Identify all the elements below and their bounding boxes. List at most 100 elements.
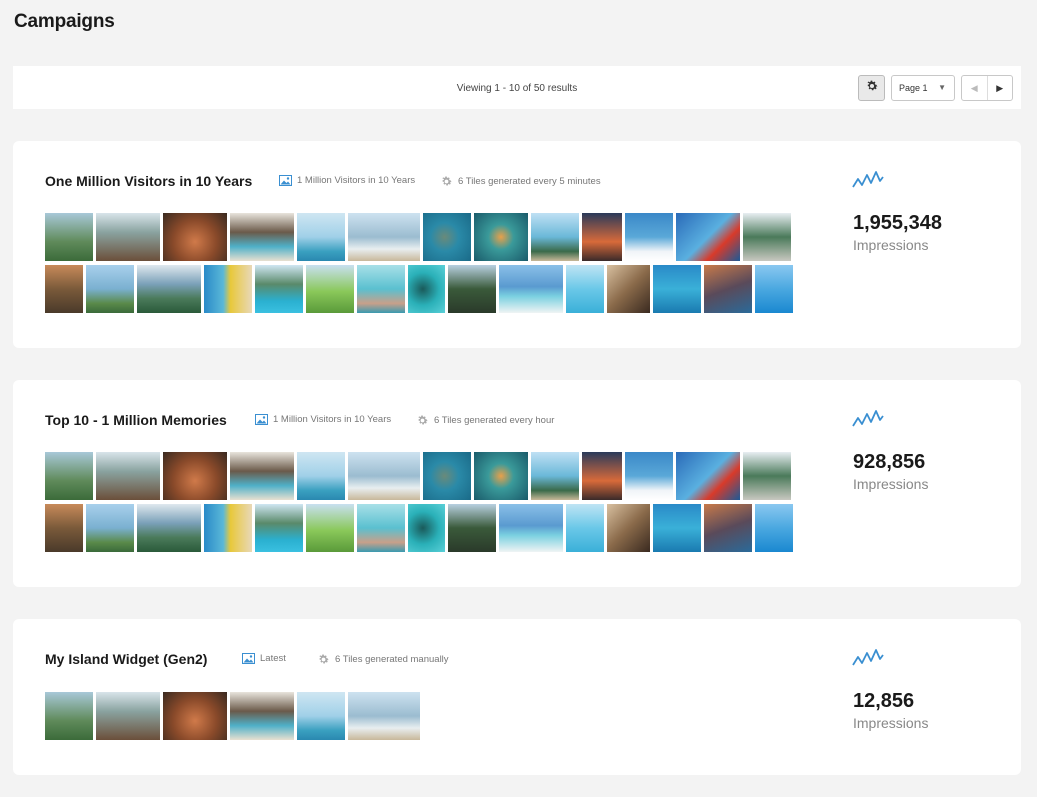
photo-tile[interactable]	[531, 452, 579, 500]
photo-tile[interactable]	[582, 452, 622, 500]
photo-tile[interactable]	[163, 213, 227, 261]
photo-tile[interactable]	[96, 452, 160, 500]
campaign-card[interactable]: My Island Widget (Gen2) Latest 6 Tiles g…	[13, 619, 1021, 775]
photo-tile[interactable]	[204, 504, 252, 552]
campaign-title[interactable]: My Island Widget (Gen2)	[45, 651, 207, 667]
photo-tile[interactable]	[653, 504, 701, 552]
photo-tile[interactable]	[607, 504, 650, 552]
photo-tile[interactable]	[255, 265, 303, 313]
photo-tile[interactable]	[566, 504, 604, 552]
photo-tile[interactable]	[45, 504, 83, 552]
photo-tile[interactable]	[653, 265, 701, 313]
settings-button[interactable]	[858, 75, 885, 101]
campaign-title[interactable]: Top 10 - 1 Million Memories	[45, 412, 227, 428]
photo-tile[interactable]	[423, 452, 471, 500]
photo-tile[interactable]	[755, 504, 793, 552]
photo-tile[interactable]	[566, 265, 604, 313]
photo-tile[interactable]	[499, 265, 563, 313]
photo-tile[interactable]	[704, 504, 752, 552]
photo-tile[interactable]	[348, 452, 420, 500]
photo-tile[interactable]	[297, 452, 345, 500]
campaign-schedule-label: 6 Tiles generated manually	[335, 654, 449, 665]
photo-tile[interactable]	[448, 265, 496, 313]
photo-tile[interactable]	[755, 265, 793, 313]
photo-tile[interactable]	[137, 504, 201, 552]
photo-tile[interactable]	[582, 213, 622, 261]
photo-tile[interactable]	[607, 265, 650, 313]
photo-tile[interactable]	[743, 452, 791, 500]
photo-tile[interactable]	[676, 452, 740, 500]
photo-tile[interactable]	[230, 213, 294, 261]
photo-tile[interactable]	[230, 452, 294, 500]
photo-tile[interactable]	[45, 265, 83, 313]
photo-tile[interactable]	[499, 504, 563, 552]
campaign-source: 1 Million Visitors in 10 Years	[279, 175, 415, 186]
image-icon	[255, 414, 268, 425]
photo-tile[interactable]	[96, 692, 160, 740]
photo-tile[interactable]	[357, 504, 405, 552]
photo-tile[interactable]	[357, 265, 405, 313]
photo-tile[interactable]	[348, 692, 420, 740]
photo-tile[interactable]	[743, 213, 791, 261]
photo-tile[interactable]	[204, 265, 252, 313]
image-icon	[242, 653, 255, 664]
photo-tile[interactable]	[448, 504, 496, 552]
photo-tile[interactable]	[45, 452, 93, 500]
impressions-label: Impressions	[853, 476, 929, 492]
impressions-value: 12,856	[853, 690, 915, 712]
photo-tile[interactable]	[306, 504, 354, 552]
photo-tile[interactable]	[163, 692, 227, 740]
triangle-right-icon: ▶	[996, 82, 1004, 93]
photo-tile[interactable]	[163, 452, 227, 500]
photo-tile[interactable]	[348, 213, 420, 261]
campaign-schedule: 6 Tiles generated manually	[317, 653, 449, 666]
campaign-schedule-label: 6 Tiles generated every 5 minutes	[458, 176, 601, 187]
trend-line-icon	[852, 171, 884, 188]
photo-tile[interactable]	[676, 213, 740, 261]
photo-tile[interactable]	[423, 213, 471, 261]
photo-tile[interactable]	[625, 213, 673, 261]
impressions-value: 1,955,348	[853, 212, 942, 234]
photo-tile[interactable]	[625, 452, 673, 500]
pager: ◀ ▶	[961, 75, 1013, 101]
photo-tile[interactable]	[45, 692, 93, 740]
campaign-source-label: Latest	[260, 653, 286, 664]
photo-tile[interactable]	[531, 213, 579, 261]
campaign-title[interactable]: One Million Visitors in 10 Years	[45, 173, 252, 189]
tiles-row-1	[45, 213, 794, 261]
page-title: Campaigns	[14, 11, 115, 32]
page-select[interactable]: Page 1 ▼	[891, 75, 955, 101]
campaign-card[interactable]: One Million Visitors in 10 Years 1 Milli…	[13, 141, 1021, 348]
campaign-schedule-label: 6 Tiles generated every hour	[434, 415, 555, 426]
campaign-card[interactable]: Top 10 - 1 Million Memories 1 Million Vi…	[13, 380, 1021, 587]
next-page-button[interactable]: ▶	[988, 76, 1013, 100]
page-select-value: Page 1	[899, 83, 928, 93]
photo-tile[interactable]	[230, 692, 294, 740]
photo-tile[interactable]	[408, 504, 445, 552]
photo-tile[interactable]	[45, 213, 93, 261]
cog-icon	[440, 175, 453, 188]
photo-tile[interactable]	[297, 213, 345, 261]
results-toolbar: Viewing 1 - 10 of 50 results Page 1 ▼ ◀ …	[13, 66, 1021, 109]
photo-tile[interactable]	[137, 265, 201, 313]
tiles-row-2	[45, 265, 796, 313]
cog-icon	[416, 414, 429, 427]
prev-page-button[interactable]: ◀	[962, 76, 988, 100]
image-icon	[279, 175, 292, 186]
photo-tile[interactable]	[474, 213, 528, 261]
campaign-schedule: 6 Tiles generated every hour	[416, 414, 554, 427]
photo-tile[interactable]	[255, 504, 303, 552]
campaign-source: 1 Million Visitors in 10 Years	[255, 414, 391, 425]
photo-tile[interactable]	[474, 452, 528, 500]
impressions-label: Impressions	[853, 715, 929, 731]
photo-tile[interactable]	[86, 504, 134, 552]
photo-tile[interactable]	[306, 265, 354, 313]
photo-tile[interactable]	[297, 692, 345, 740]
cog-icon	[317, 653, 330, 666]
photo-tile[interactable]	[96, 213, 160, 261]
photo-tile[interactable]	[704, 265, 752, 313]
gear-icon	[865, 79, 879, 98]
tiles-row-1	[45, 692, 423, 740]
photo-tile[interactable]	[408, 265, 445, 313]
photo-tile[interactable]	[86, 265, 134, 313]
